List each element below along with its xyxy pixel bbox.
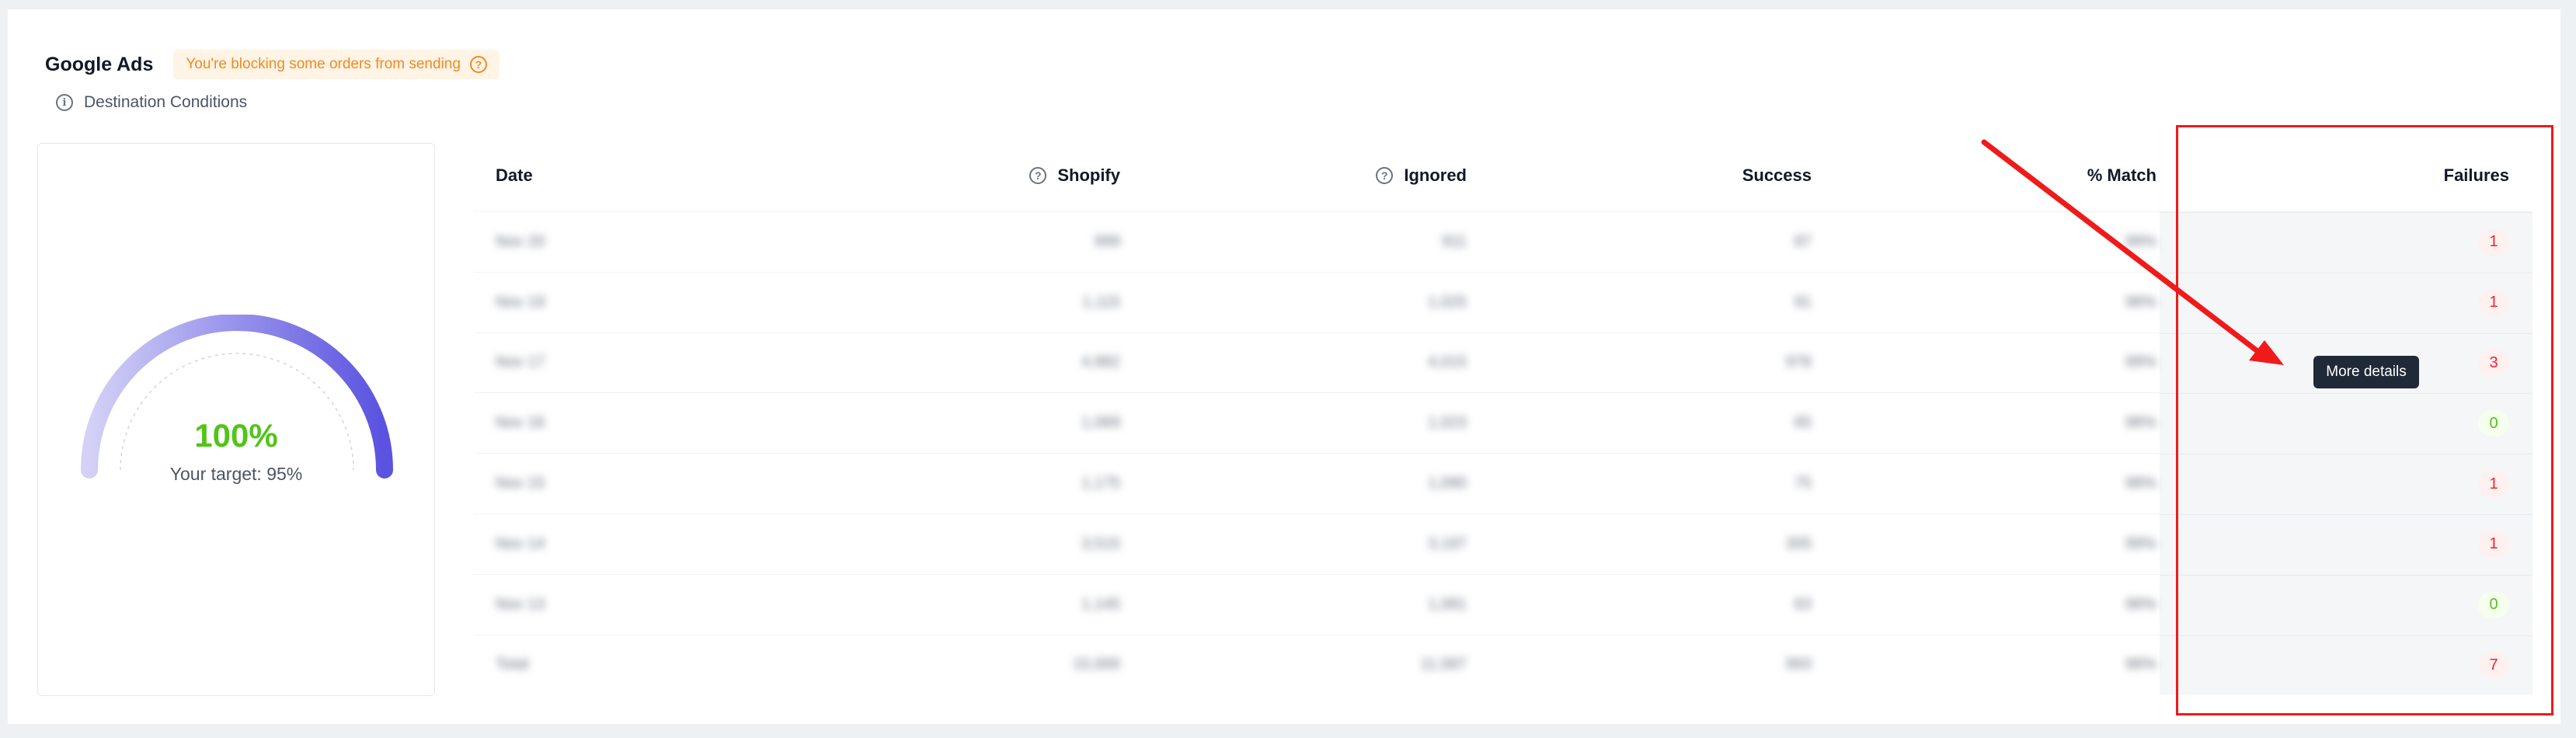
cell-shopify: 999 bbox=[1094, 232, 1120, 250]
cell-success: 976 bbox=[1785, 353, 1812, 371]
cell-ignored: 4,015 bbox=[1427, 353, 1467, 371]
cell-success: 65 bbox=[1794, 414, 1812, 432]
destination-conditions-label: Destination Conditions bbox=[84, 93, 248, 111]
gauge-target: Your target: 95% bbox=[169, 464, 303, 484]
cell-shopify: 15,000 bbox=[1072, 656, 1120, 674]
cell-success: 91 bbox=[1794, 293, 1812, 311]
cell-shopify: 4,982 bbox=[1081, 353, 1120, 371]
cell-ignored: 1,081 bbox=[1427, 595, 1467, 613]
cell-ignored: 911 bbox=[1442, 232, 1467, 250]
table-row: Nov 16 1,069 1,023 65 98% 0 bbox=[474, 392, 2532, 454]
destination-title: Google Ads bbox=[45, 53, 154, 75]
orders-table: Date ? Shopify ? Ignored Success % Match… bbox=[474, 140, 2532, 695]
cell-date: Nov 16 bbox=[496, 414, 545, 432]
gauge-value: 100% bbox=[194, 417, 278, 454]
failures-badge[interactable]: 3 bbox=[2478, 350, 2509, 377]
cell-shopify: 1,175 bbox=[1081, 475, 1120, 493]
table-row: Nov 15 1,175 1,090 75 98% 1 bbox=[474, 453, 2532, 513]
column-header-success: Success bbox=[1742, 165, 1812, 185]
table-row: Nov 17 4,982 4,015 976 99% 3 bbox=[474, 332, 2532, 393]
cell-match: 99% bbox=[2125, 232, 2157, 250]
cell-failures[interactable]: 7 bbox=[2160, 635, 2532, 695]
cell-date: Nov 19 bbox=[496, 293, 545, 311]
cell-ignored: 1,090 bbox=[1427, 475, 1467, 493]
column-header-date: Date bbox=[496, 165, 533, 185]
question-icon[interactable]: ? bbox=[469, 56, 487, 73]
cell-failures[interactable]: 0 bbox=[2160, 393, 2532, 454]
cell-match: 98% bbox=[2125, 475, 2157, 493]
failures-badge[interactable]: 1 bbox=[2478, 531, 2509, 558]
failures-badge[interactable]: 7 bbox=[2478, 652, 2509, 679]
cell-failures[interactable]: 0 bbox=[2160, 574, 2532, 635]
table-row: Nov 13 1,145 1,081 63 98% 0 bbox=[474, 573, 2532, 635]
table-row: Nov 14 3,515 3,197 305 99% 1 bbox=[474, 513, 2532, 574]
table-row: Nov 20 999 911 87 99% 1 bbox=[474, 211, 2532, 272]
failures-badge[interactable]: 1 bbox=[2478, 228, 2509, 256]
info-icon: i bbox=[56, 94, 73, 111]
cell-ignored: 11,587 bbox=[1420, 656, 1467, 674]
cell-date: Total bbox=[496, 656, 529, 674]
column-header-ignored: ? Ignored bbox=[1125, 165, 1470, 186]
failures-badge[interactable]: 1 bbox=[2478, 289, 2509, 316]
cell-shopify: 3,515 bbox=[1081, 534, 1120, 552]
cell-date: Nov 14 bbox=[496, 534, 545, 552]
cell-date: Nov 13 bbox=[496, 595, 545, 613]
cell-failures[interactable]: 1 bbox=[2160, 272, 2532, 332]
cell-success: 305 bbox=[1785, 534, 1812, 552]
column-header-match: % Match bbox=[2087, 165, 2157, 185]
cell-success: 63 bbox=[1794, 595, 1812, 613]
column-header-shopify: ? Shopify bbox=[785, 165, 1125, 186]
column-header-failures: Failures bbox=[2443, 165, 2509, 185]
cell-shopify: 1,115 bbox=[1082, 293, 1120, 311]
warning-text: You're blocking some orders from sending bbox=[186, 56, 461, 72]
table-header: Date ? Shopify ? Ignored Success % Match… bbox=[474, 140, 2532, 211]
cell-match: 99% bbox=[2125, 534, 2157, 552]
cell-match: 98% bbox=[2125, 595, 2157, 613]
cell-match: 99% bbox=[2125, 353, 2157, 371]
cell-match: 98% bbox=[2125, 414, 2157, 432]
table-row: Nov 19 1,115 1,025 91 98% 1 bbox=[474, 271, 2532, 332]
cell-success: 75 bbox=[1794, 475, 1812, 493]
cell-ignored: 1,025 bbox=[1427, 293, 1467, 311]
cell-ignored: 1,023 bbox=[1427, 414, 1467, 432]
table-body: Nov 20 999 911 87 99% 1 Nov 19 1,115 1,025 91 98% 1… bbox=[474, 211, 2532, 695]
match-gauge bbox=[81, 315, 393, 479]
cell-failures[interactable]: 1 bbox=[2160, 454, 2532, 513]
cell-match: 98% bbox=[2125, 293, 2157, 311]
failures-badge[interactable]: 0 bbox=[2478, 410, 2509, 437]
blocking-warning-badge[interactable]: You're blocking some orders from sending… bbox=[173, 50, 500, 79]
column-header-ignored-label: Ignored bbox=[1404, 165, 1467, 185]
cell-failures[interactable]: 1 bbox=[2160, 513, 2532, 574]
title-row: Google Ads You're blocking some orders f… bbox=[45, 50, 500, 79]
question-icon[interactable]: ? bbox=[1376, 167, 1394, 184]
cell-shopify: 1,145 bbox=[1081, 595, 1120, 613]
cell-ignored: 3,197 bbox=[1427, 534, 1467, 552]
cell-failures[interactable]: 1 bbox=[2160, 212, 2532, 272]
cell-date: Nov 20 bbox=[496, 232, 545, 250]
destination-conditions-link[interactable]: i Destination Conditions bbox=[56, 93, 247, 112]
more-details-tooltip: More details bbox=[2313, 356, 2419, 388]
column-header-shopify-label: Shopify bbox=[1057, 165, 1120, 185]
cell-shopify: 1,069 bbox=[1081, 414, 1120, 432]
cell-success: 87 bbox=[1794, 232, 1812, 250]
failures-badge[interactable]: 1 bbox=[2478, 471, 2509, 498]
cell-date: Nov 17 bbox=[496, 353, 545, 371]
table-row: Total 15,000 11,587 993 98% 7 bbox=[474, 634, 2532, 695]
cell-success: 993 bbox=[1785, 656, 1812, 674]
match-gauge-card: 100% Your target: 95% bbox=[37, 143, 435, 696]
failures-badge[interactable]: 0 bbox=[2478, 591, 2509, 618]
question-icon[interactable]: ? bbox=[1029, 167, 1047, 184]
cell-match: 98% bbox=[2125, 656, 2157, 674]
cell-date: Nov 15 bbox=[496, 475, 545, 493]
